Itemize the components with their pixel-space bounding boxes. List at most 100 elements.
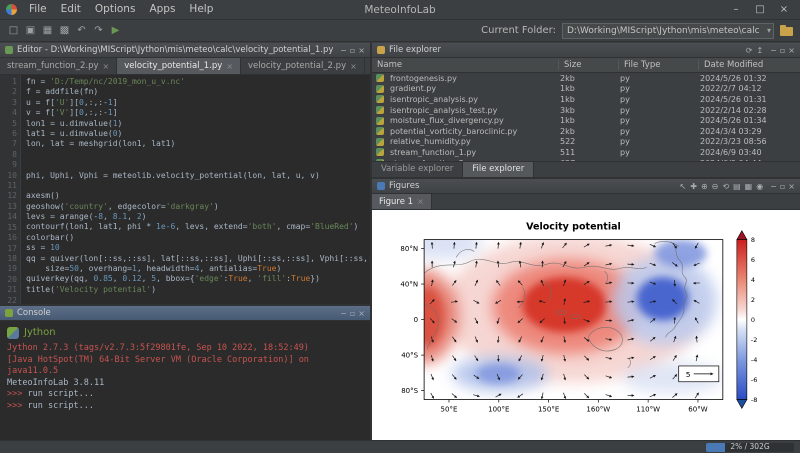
zoom-out-icon[interactable]: ⊖	[712, 180, 719, 193]
svg-text:150°E: 150°E	[538, 405, 559, 413]
colorbar	[737, 231, 747, 409]
float-icon[interactable]: ▫	[350, 44, 355, 57]
current-folder-combobox[interactable]: D:\Working\MIScript\Jython\mis\meteo\cal…	[562, 23, 774, 39]
editor-icon	[5, 46, 13, 54]
grid-icon[interactable]: ▤	[733, 180, 741, 193]
column-header-name[interactable]: Name	[372, 60, 558, 70]
file-row[interactable]: isentropic_analysis.py1kbpy2024/5/26 01:…	[372, 94, 800, 105]
jython-logo-icon	[7, 327, 19, 339]
menu-item-options[interactable]: Options	[88, 0, 143, 19]
chart-icon	[377, 182, 385, 190]
column-header-size[interactable]: Size	[558, 60, 618, 70]
main-toolbar: □▣▦▩↶↷▶ Current Folder: D:\Working\MIScr…	[0, 20, 800, 42]
file-explorer-toolbar-icons: ⟳↥	[746, 44, 763, 57]
main-area: Editor - D:\Working\MIScript\Jython\mis\…	[0, 43, 800, 440]
svg-text:40°S: 40°S	[401, 352, 418, 360]
maximize-icon[interactable]: □	[748, 0, 772, 19]
close-icon[interactable]: ×	[417, 197, 424, 206]
menu-item-apps[interactable]: Apps	[142, 0, 182, 19]
close-icon[interactable]: ×	[788, 180, 795, 193]
save-icon[interactable]: ▦	[39, 21, 56, 41]
rotate-icon[interactable]: ⟲	[722, 180, 729, 193]
minimize-icon[interactable]: −	[340, 44, 347, 57]
python-file-icon	[376, 148, 384, 156]
column-header-modified[interactable]: Date Modified	[698, 60, 800, 70]
minimize-icon[interactable]: −	[770, 180, 777, 193]
svg-text:-8: -8	[751, 396, 757, 404]
close-icon[interactable]: ×	[103, 62, 110, 71]
figures-toolbar-icons: ↖✚ ⊕ ⊖⟲ ▤ ▦◉	[680, 180, 764, 193]
tab-variable-explorer[interactable]: Variable explorer	[372, 162, 463, 177]
file-table-header[interactable]: Name Size File Type Date Modified	[372, 58, 800, 73]
console-panel-title: Console	[17, 308, 336, 318]
svg-text:0: 0	[414, 316, 418, 324]
close-icon[interactable]: ×	[350, 62, 357, 71]
save-figure-icon[interactable]: ▦	[745, 180, 753, 193]
column-header-filetype[interactable]: File Type	[618, 60, 698, 70]
close-icon[interactable]: ×	[772, 0, 796, 19]
tab-file-explorer[interactable]: File explorer	[463, 162, 534, 177]
code-editor[interactable]: 12345678910111213141516171819202122 fn =…	[0, 75, 370, 304]
editor-tab-velocity_potential_1.py[interactable]: velocity_potential_1.py×	[117, 58, 241, 74]
svg-text:40°N: 40°N	[400, 281, 418, 289]
svg-text:110°W: 110°W	[636, 405, 660, 413]
editor-panel-controls: −▫×	[340, 44, 365, 57]
save-all-icon[interactable]: ▩	[56, 21, 73, 41]
app-logo-icon	[6, 4, 17, 15]
undo-icon[interactable]: ↶	[73, 21, 90, 41]
refresh-icon[interactable]: ⟳	[746, 44, 753, 57]
file-row[interactable]: moisture_flux_divergency.py1kbpy2024/5/2…	[372, 115, 800, 126]
file-table-rows: frontogenesis.py2kbpy2024/5/26 01:32grad…	[372, 73, 800, 161]
editor-tab-stream_function_2.py[interactable]: stream_function_2.py×	[0, 58, 117, 74]
redo-icon[interactable]: ↷	[90, 21, 107, 41]
editor-tab-velocity_potential_2.py[interactable]: velocity_potential_2.py×	[241, 58, 365, 74]
float-icon[interactable]: ▫	[780, 180, 785, 193]
minimize-icon[interactable]: –	[724, 0, 748, 19]
close-icon[interactable]: ×	[358, 307, 365, 320]
python-file-icon	[376, 117, 384, 125]
jython-name: Jython	[24, 327, 56, 339]
file-row[interactable]: stream_function_1.py511py2024/6/9 03:40	[372, 147, 800, 158]
file-row[interactable]: relative_humidity.py522py2022/3/23 08:56	[372, 137, 800, 148]
svg-text:-6: -6	[751, 376, 757, 384]
menu-item-edit[interactable]: Edit	[54, 0, 88, 19]
file-row[interactable]: gradient.py1kbpy2022/2/7 04:12	[372, 84, 800, 95]
console-panel-header: Console −▫×	[0, 306, 370, 321]
chevron-down-icon[interactable]: ▾	[767, 24, 771, 38]
parent-folder-icon[interactable]: ↥	[756, 44, 763, 57]
file-row[interactable]: isentropic_analysis_test.py3kbpy2022/2/1…	[372, 105, 800, 116]
zoom-in-icon[interactable]: ⊕	[701, 180, 708, 193]
tab-figure-1[interactable]: Figure 1 ×	[372, 194, 432, 209]
minimize-icon[interactable]: −	[770, 44, 777, 57]
float-icon[interactable]: ▫	[350, 307, 355, 320]
svg-text:4: 4	[751, 276, 755, 284]
svg-text:5: 5	[686, 370, 691, 379]
file-explorer-title: File explorer	[389, 45, 742, 55]
file-explorer-panel: File explorer ⟳↥ −▫× Name Size File Type…	[372, 43, 800, 179]
run-icon[interactable]: ▶	[107, 21, 124, 41]
file-row[interactable]: potential_vorticity_baroclinic.py2kbpy20…	[372, 126, 800, 137]
figure-tab-bar: Figure 1 ×	[372, 194, 800, 210]
close-icon[interactable]: ×	[358, 44, 365, 57]
info-icon[interactable]: ◉	[756, 180, 763, 193]
minimize-icon[interactable]: −	[340, 307, 347, 320]
open-file-icon[interactable]: ▣	[22, 21, 39, 41]
close-icon[interactable]: ×	[788, 44, 795, 57]
cursor-icon[interactable]: ↖	[680, 180, 687, 193]
figures-panel-title: Figures	[389, 181, 676, 191]
console-output[interactable]: Jython Jython 2.7.3 (tags/v2.7.3:5f29801…	[0, 321, 370, 440]
figure-canvas[interactable]: Velocity potential	[372, 210, 800, 440]
browse-folder-button[interactable]	[779, 24, 795, 37]
menu-item-file[interactable]: File	[22, 0, 54, 19]
file-row[interactable]: frontogenesis.py2kbpy2024/5/26 01:32	[372, 73, 800, 84]
menu-item-help[interactable]: Help	[182, 0, 220, 19]
code-lines[interactable]: fn = 'D:/Temp/nc/2019_mon_u_v.nc'f = add…	[21, 75, 370, 304]
figures-panel-controls: −▫×	[770, 180, 795, 193]
quiver-key: 5	[679, 366, 719, 382]
new-file-icon[interactable]: □	[5, 21, 22, 41]
editor-panel-header: Editor - D:\Working\MIScript\Jython\mis\…	[0, 43, 370, 58]
float-icon[interactable]: ▫	[780, 44, 785, 57]
console-icon	[5, 309, 13, 317]
pan-icon[interactable]: ✚	[690, 180, 697, 193]
close-icon[interactable]: ×	[226, 62, 233, 71]
